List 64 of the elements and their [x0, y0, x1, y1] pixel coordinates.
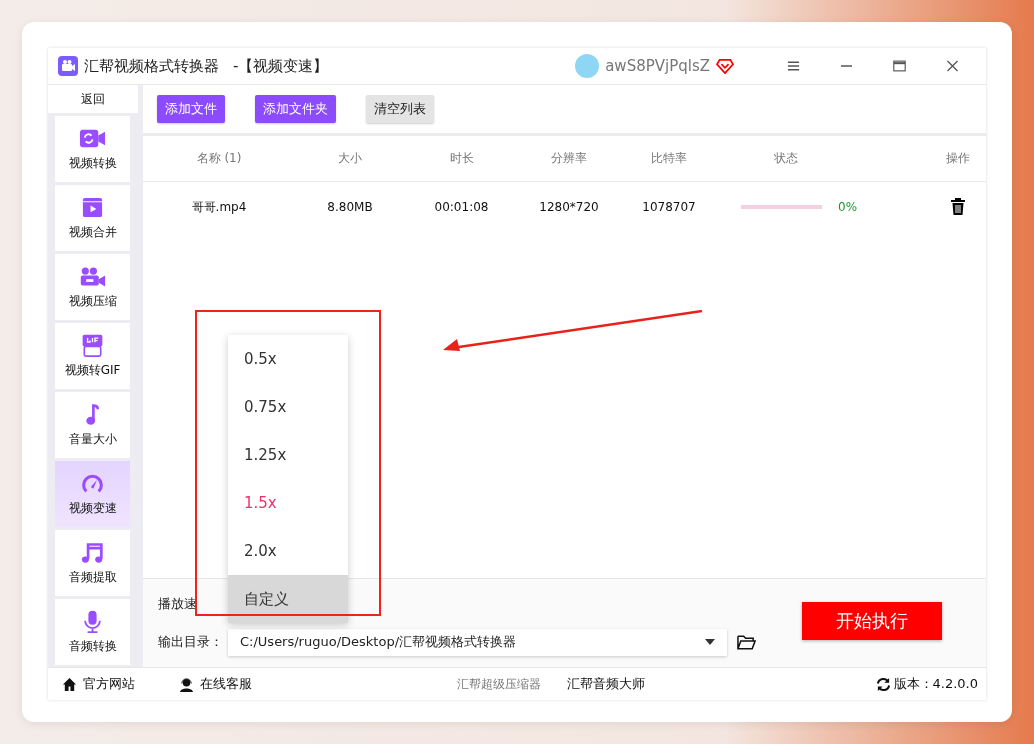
- speed-label: 播放速: [158, 595, 198, 613]
- trash-icon[interactable]: [950, 198, 966, 216]
- sidebar-label: 视频转换: [68, 154, 117, 172]
- sidebar-item[interactable]: 音频转换: [55, 599, 130, 665]
- close-icon[interactable]: [946, 60, 959, 72]
- back-button[interactable]: 返回: [48, 85, 138, 113]
- sidebar-label: 视频合并: [68, 223, 117, 241]
- footer-link[interactable]: 汇帮音频大师: [566, 675, 645, 693]
- menu-icon[interactable]: [787, 60, 800, 72]
- column-header: 状态: [773, 150, 799, 167]
- footer-link[interactable]: 汇帮超级压缩器: [456, 675, 541, 693]
- table-cell-text: 1280*720: [538, 200, 600, 214]
- window-title: 汇帮视频格式转换器: [84, 56, 219, 76]
- sidebar-item[interactable]: 视频转GIF: [55, 323, 130, 389]
- sidebar-item[interactable]: 视频压缩: [55, 254, 130, 320]
- footer-link[interactable]: 在线客服: [200, 675, 252, 693]
- window-subtitle: -【视频变速】: [233, 56, 329, 76]
- maximize-icon[interactable]: [893, 60, 906, 72]
- table-cell-text: 8.80MB: [326, 200, 374, 214]
- clear-list-button[interactable]: 清空列表: [366, 95, 434, 123]
- column-header: 大小: [337, 150, 363, 167]
- column-header: 操作: [945, 150, 971, 167]
- column-header: 分辨率: [550, 150, 588, 167]
- add-button[interactable]: 添加文件夹: [255, 95, 336, 123]
- column-header: 名称 (1): [195, 150, 243, 167]
- caret-icon: [705, 639, 715, 645]
- column-header: 比特率: [650, 150, 688, 167]
- sidebar-label: 视频转GIF: [64, 361, 121, 379]
- sidebar-item[interactable]: 音频提取: [55, 530, 130, 596]
- dropdown-option[interactable]: 0.5x: [228, 335, 348, 383]
- username: awS8PVjPqlsZ: [605, 57, 710, 75]
- sidebar-label: 音量大小: [68, 430, 117, 448]
- home-icon[interactable]: [62, 676, 77, 692]
- dropdown-option[interactable]: 1.25x: [228, 431, 348, 479]
- start-button[interactable]: 开始执行: [802, 602, 942, 640]
- dropdown-option[interactable]: 自定义: [228, 575, 348, 623]
- table-cell-text: 00:01:08: [433, 200, 490, 214]
- sidebar-item[interactable]: 音量大小: [55, 392, 130, 458]
- person-headset-icon[interactable]: [179, 676, 194, 692]
- refresh-icon[interactable]: [875, 676, 891, 692]
- sidebar-label: 音频提取: [68, 568, 117, 586]
- sidebar-item[interactable]: 视频变速: [55, 461, 130, 527]
- output-label: 输出目录：: [158, 633, 224, 651]
- sidebar-label: 视频变速: [68, 499, 117, 517]
- sidebar-item[interactable]: 视频合并: [55, 185, 130, 251]
- add-button[interactable]: 添加文件: [157, 95, 225, 123]
- progress-percent: 0%: [838, 200, 858, 214]
- dropdown-option[interactable]: 1.5x: [228, 479, 348, 527]
- footer-link[interactable]: 官方网站: [83, 675, 135, 693]
- music-notes-icon: [79, 540, 106, 564]
- minimize-icon[interactable]: [840, 65, 853, 67]
- column-header: 时长: [448, 150, 475, 167]
- dropdown-option[interactable]: 2.0x: [228, 527, 348, 575]
- dropdown-option[interactable]: 0.75x: [228, 383, 348, 431]
- sidebar-item[interactable]: 视频转换: [55, 116, 130, 182]
- output-dir-field[interactable]: C:/Users/ruguo/Desktop/汇帮视频格式转换器: [228, 628, 727, 656]
- table-cell-text: 哥哥.mp4: [190, 198, 248, 216]
- table-cell-text: 1078707: [641, 200, 697, 214]
- app-logo-icon: [58, 56, 78, 76]
- vip-diamond-icon[interactable]: [716, 58, 734, 74]
- version-text: 版本：4.2.0.0: [893, 675, 978, 693]
- sidebar-label: 视频压缩: [68, 292, 117, 310]
- sidebar-label: 音频转换: [68, 637, 117, 655]
- folder-icon[interactable]: [737, 634, 756, 650]
